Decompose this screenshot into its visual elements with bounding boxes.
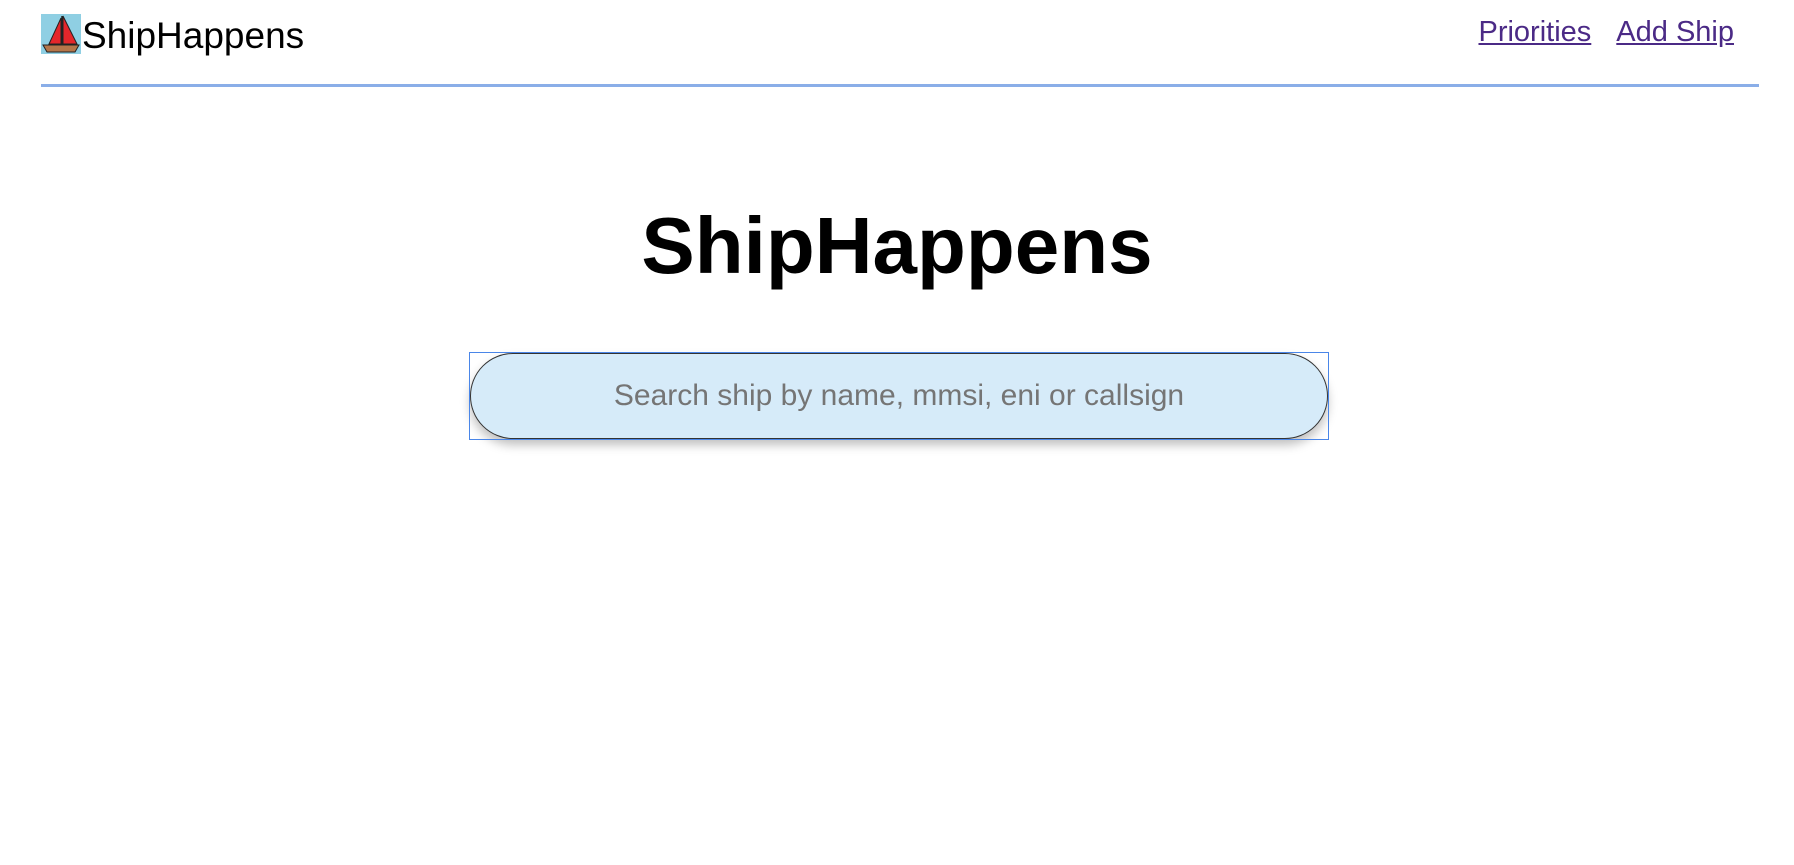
sailboat-icon — [41, 14, 81, 54]
page-title: ShipHappens — [641, 201, 1153, 290]
nav-link-add-ship[interactable]: Add Ship — [1616, 14, 1734, 50]
ship-search-input[interactable] — [470, 353, 1328, 439]
main-nav: Priorities Add Ship — [1478, 14, 1734, 50]
brand-name: ShipHappens — [82, 15, 305, 56]
search-container — [469, 352, 1329, 440]
top-navigation-bar: ShipHappens Priorities Add Ship — [41, 0, 1759, 87]
brand-home-link[interactable]: ShipHappens — [41, 14, 304, 62]
nav-link-priorities[interactable]: Priorities — [1478, 14, 1591, 50]
